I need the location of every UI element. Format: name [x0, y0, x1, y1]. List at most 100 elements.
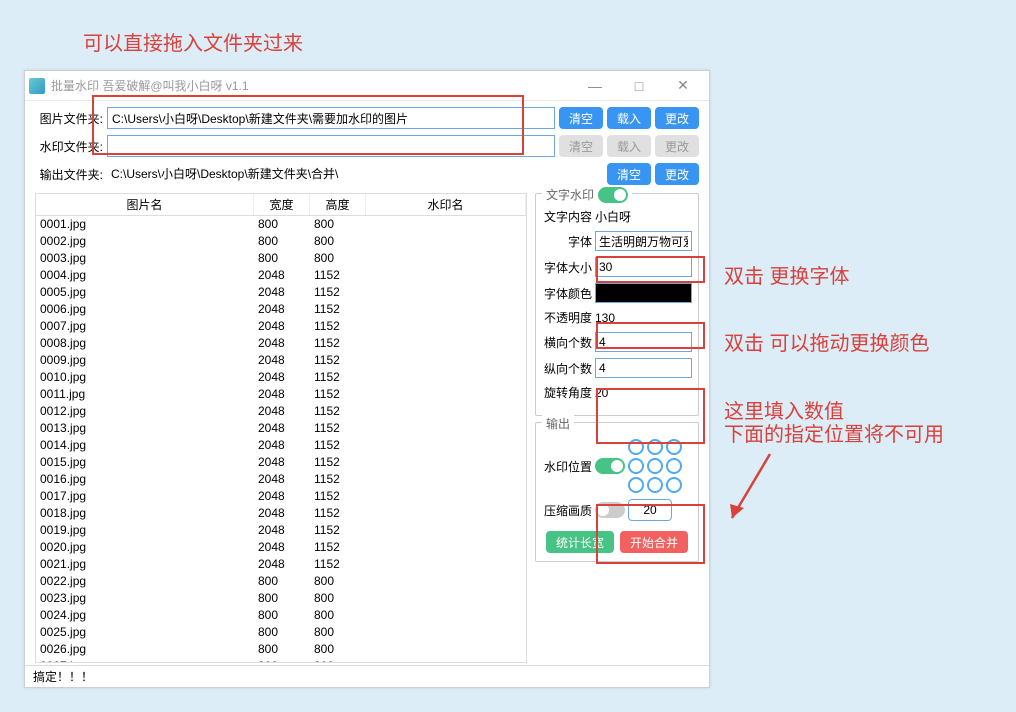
table-row[interactable]: 0002.jpg800800	[36, 233, 526, 250]
text-watermark-toggle[interactable]	[598, 187, 628, 203]
col-watermark[interactable]: 水印名	[366, 194, 526, 215]
content-area: 图片名 宽度 高度 水印名 0001.jpg8008000002.jpg8008…	[25, 193, 709, 669]
pos-6[interactable]	[666, 458, 682, 474]
pos-8[interactable]	[647, 477, 663, 493]
compress-input[interactable]	[628, 499, 672, 521]
pos-4[interactable]	[628, 458, 644, 474]
table-row[interactable]: 0020.jpg20481152	[36, 539, 526, 556]
cell-wm	[366, 522, 526, 539]
window-controls: — □ ✕	[573, 72, 705, 100]
rotate-label: 旋转角度	[542, 384, 592, 401]
col-width[interactable]: 宽度	[254, 194, 310, 215]
font-size-input[interactable]	[595, 257, 692, 277]
table-row[interactable]: 0019.jpg20481152	[36, 522, 526, 539]
hcount-input[interactable]	[595, 332, 692, 352]
table-row[interactable]: 0004.jpg20481152	[36, 267, 526, 284]
cell-name: 0024.jpg	[36, 607, 254, 624]
cell-height: 1152	[310, 386, 366, 403]
output-folder-value: C:\Users\小白呀\Desktop\新建文件夹\合并\	[107, 163, 603, 185]
table-body[interactable]: 0001.jpg8008000002.jpg8008000003.jpg8008…	[36, 216, 526, 662]
output-legend-label: 输出	[546, 415, 570, 432]
cell-wm	[366, 624, 526, 641]
table-row[interactable]: 0006.jpg20481152	[36, 301, 526, 318]
cell-width: 2048	[254, 488, 310, 505]
minimize-button[interactable]: —	[573, 72, 617, 100]
image-clear-button[interactable]: 清空	[559, 107, 603, 129]
cell-height: 1152	[310, 420, 366, 437]
table-row[interactable]: 0016.jpg20481152	[36, 471, 526, 488]
table-row[interactable]: 0007.jpg20481152	[36, 318, 526, 335]
stat-button[interactable]: 统计长宽	[546, 531, 614, 553]
cell-width: 2048	[254, 284, 310, 301]
bottom-buttons: 统计长宽 开始合并	[542, 531, 692, 553]
table-row[interactable]: 0024.jpg800800	[36, 607, 526, 624]
table-row[interactable]: 0009.jpg20481152	[36, 352, 526, 369]
pos-2[interactable]	[647, 439, 663, 455]
table-row[interactable]: 0010.jpg20481152	[36, 369, 526, 386]
table-row[interactable]: 0023.jpg800800	[36, 590, 526, 607]
opacity-value: 130	[595, 311, 692, 325]
cell-name: 0003.jpg	[36, 250, 254, 267]
pos-9[interactable]	[666, 477, 682, 493]
table-row[interactable]: 0017.jpg20481152	[36, 488, 526, 505]
table-row[interactable]: 0005.jpg20481152	[36, 284, 526, 301]
pos-1[interactable]	[628, 439, 644, 455]
table-row[interactable]: 0003.jpg800800	[36, 250, 526, 267]
output-modify-button[interactable]: 更改	[655, 163, 699, 185]
position-label: 水印位置	[542, 458, 592, 475]
table-row[interactable]: 0021.jpg20481152	[36, 556, 526, 573]
compress-toggle[interactable]	[595, 502, 625, 518]
rotate-value: 20	[595, 386, 692, 400]
pos-3[interactable]	[666, 439, 682, 455]
col-name[interactable]: 图片名	[36, 194, 254, 215]
cell-width: 2048	[254, 454, 310, 471]
cell-wm	[366, 454, 526, 471]
table-row[interactable]: 0014.jpg20481152	[36, 437, 526, 454]
cell-height: 1152	[310, 488, 366, 505]
image-folder-label: 图片文件夹:	[35, 110, 103, 127]
font-color-swatch[interactable]	[595, 283, 692, 303]
image-modify-button[interactable]: 更改	[655, 107, 699, 129]
col-height[interactable]: 高度	[310, 194, 366, 215]
table-row[interactable]: 0001.jpg800800	[36, 216, 526, 233]
font-input[interactable]	[595, 231, 692, 251]
vcount-input[interactable]	[595, 358, 692, 378]
cell-wm	[366, 607, 526, 624]
table-header: 图片名 宽度 高度 水印名	[36, 194, 526, 216]
table-row[interactable]: 0022.jpg800800	[36, 573, 526, 590]
table-row[interactable]: 0018.jpg20481152	[36, 505, 526, 522]
table-row[interactable]: 0011.jpg20481152	[36, 386, 526, 403]
cell-height: 800	[310, 233, 366, 250]
position-toggle[interactable]	[595, 458, 625, 474]
cell-name: 0013.jpg	[36, 420, 254, 437]
app-icon	[29, 78, 45, 94]
image-load-button[interactable]: 载入	[607, 107, 651, 129]
table-row[interactable]: 0008.jpg20481152	[36, 335, 526, 352]
pos-5[interactable]	[647, 458, 663, 474]
cell-wm	[366, 403, 526, 420]
output-clear-button[interactable]: 清空	[607, 163, 651, 185]
text-content-row: 文字内容 小白呀	[542, 208, 692, 225]
maximize-button[interactable]: □	[617, 72, 661, 100]
table-row[interactable]: 0013.jpg20481152	[36, 420, 526, 437]
table-row[interactable]: 0012.jpg20481152	[36, 403, 526, 420]
watermark-folder-input[interactable]	[107, 135, 555, 157]
cell-width: 2048	[254, 437, 310, 454]
cell-name: 0017.jpg	[36, 488, 254, 505]
pos-7[interactable]	[628, 477, 644, 493]
cell-wm	[366, 488, 526, 505]
image-folder-input[interactable]	[107, 107, 555, 129]
watermark-modify-button: 更改	[655, 135, 699, 157]
table-row[interactable]: 0025.jpg800800	[36, 624, 526, 641]
cell-width: 2048	[254, 352, 310, 369]
cell-wm	[366, 318, 526, 335]
close-button[interactable]: ✕	[661, 72, 705, 100]
merge-button[interactable]: 开始合并	[620, 531, 688, 553]
hcount-row: 横向个数	[542, 332, 692, 352]
table-row[interactable]: 0027.jpg800800	[36, 658, 526, 662]
table-row[interactable]: 0026.jpg800800	[36, 641, 526, 658]
table-row[interactable]: 0015.jpg20481152	[36, 454, 526, 471]
font-size-label: 字体大小	[542, 259, 592, 276]
cell-height: 1152	[310, 454, 366, 471]
font-size-row: 字体大小	[542, 257, 692, 277]
